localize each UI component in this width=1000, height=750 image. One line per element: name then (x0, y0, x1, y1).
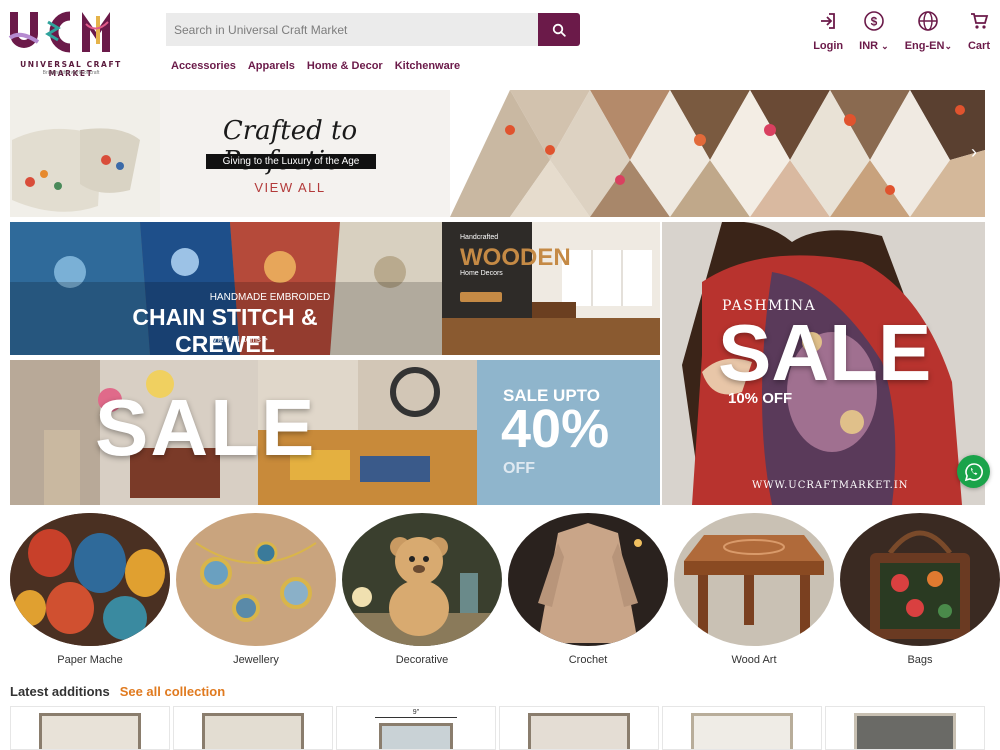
chevron-down-icon: ⌄ (881, 41, 889, 51)
logo-mark (8, 11, 110, 53)
globe-icon (918, 11, 939, 31)
main-nav: Accessories Apparels Home & Decor Kitche… (171, 60, 460, 72)
crochet-image (508, 513, 668, 646)
whatsapp-button[interactable] (957, 455, 990, 488)
category-label: Jewellery (233, 654, 279, 666)
nav-kitchenware[interactable]: Kitchenware (395, 60, 460, 72)
hero-collage-image (450, 90, 985, 217)
chain-title: CHAIN STITCH & CREWEL (132, 304, 318, 355)
promo-sale[interactable]: SALE (10, 360, 477, 505)
category-jewellery[interactable]: Jewellery (176, 513, 336, 666)
nav-home-decor[interactable]: Home & Decor (307, 60, 383, 72)
product-image (379, 723, 453, 749)
decorative-image (342, 513, 502, 646)
product-card[interactable] (10, 706, 170, 750)
language-label: Eng-EN (904, 40, 945, 52)
wooden-title: WOODEN (460, 244, 571, 271)
bags-image (840, 513, 1000, 646)
category-label: Crochet (568, 654, 608, 666)
hero-view-all-link[interactable]: VIEW ALL (250, 180, 330, 195)
category-row: Paper Mache Jewellery Decorative Crochet… (10, 513, 1000, 668)
category-decorative[interactable]: Decorative (342, 513, 502, 666)
currency-selector[interactable]: $ INR ⌄ (859, 8, 889, 52)
sale40-bottom: OFF (503, 460, 535, 477)
latest-additions-header: Latest additions See all collection (10, 684, 225, 699)
login-button[interactable]: Login (813, 8, 843, 52)
paper-mache-image (10, 513, 170, 646)
hero-subtitle: Giving to the Luxury of the Age (206, 154, 376, 169)
currency-label: INR (859, 40, 879, 52)
chevron-down-icon: ⌄ (944, 41, 952, 51)
chain-subtitle: HANDMADE EMBROIDED (209, 292, 331, 303)
logo-tagline: Bringing the world of craft (42, 70, 100, 76)
promo-wooden[interactable]: Handcrafted WOODEN Home Decors (442, 222, 660, 355)
nav-apparels[interactable]: Apparels (248, 60, 295, 72)
language-selector[interactable]: Eng-EN⌄ (905, 8, 952, 52)
latest-title: Latest additions (10, 684, 110, 699)
promo-pashmina[interactable]: PASHMINA SALE 10% OFF WWW.UCRAFTMARKET.I… (662, 222, 985, 505)
search-input[interactable] (166, 13, 538, 46)
product-card[interactable] (499, 706, 659, 750)
search-icon (552, 23, 566, 37)
category-wood-art[interactable]: Wood Art (674, 513, 834, 666)
search-bar (166, 13, 580, 46)
category-label: Wood Art (731, 654, 777, 666)
dollar-icon: $ (864, 11, 884, 31)
category-paper-mache[interactable]: Paper Mache (10, 513, 170, 666)
wooden-shop-button[interactable] (460, 292, 502, 302)
category-crochet[interactable]: Crochet (508, 513, 668, 666)
search-button[interactable] (538, 13, 580, 46)
promo-chain-stitch[interactable]: HANDMADE EMBROIDED CHAIN STITCH & CREWEL… (10, 222, 442, 355)
category-label: Bags (907, 654, 933, 666)
product-card[interactable] (662, 706, 822, 750)
hero-banner[interactable]: Crafted to Perfection Giving to the Luxu… (10, 90, 985, 217)
pillow-image (10, 90, 160, 217)
cart-icon (970, 13, 989, 29)
sale-title: SALE (95, 383, 317, 472)
category-label: Paper Mache (57, 654, 123, 666)
product-image (528, 713, 630, 749)
category-label: Decorative (395, 654, 449, 666)
login-label: Login (813, 40, 844, 52)
dimension-line (375, 717, 457, 718)
product-card[interactable] (173, 706, 333, 750)
product-image (39, 713, 141, 749)
product-row: 9" (10, 706, 985, 750)
wooden-room-image (442, 222, 660, 355)
login-icon (821, 13, 836, 29)
chain-view-all-link[interactable]: View all items > (200, 335, 280, 344)
product-card[interactable]: 9" (336, 706, 496, 750)
dimension-label: 9" (412, 709, 420, 716)
site-header: UNIVERSAL CRAFT MARKET Bringing the worl… (0, 0, 1000, 88)
cart-button[interactable]: Cart (968, 8, 990, 52)
pashmina-url: WWW.UCRAFTMARKET.IN (752, 480, 909, 491)
chevron-right-icon[interactable]: › (971, 142, 977, 163)
pashmina-sale: SALE (718, 308, 932, 397)
product-image (202, 713, 304, 749)
promo-sale-40[interactable]: SALE UPTO 40% OFF (477, 360, 660, 505)
see-all-collection-link[interactable]: See all collection (120, 684, 226, 699)
category-bags[interactable]: Bags (840, 513, 1000, 666)
nav-accessories[interactable]: Accessories (171, 60, 236, 72)
cart-label: Cart (967, 40, 990, 52)
jewellery-image (176, 513, 336, 646)
sale40-value: 40% (501, 399, 610, 459)
site-logo[interactable]: UNIVERSAL CRAFT MARKET Bringing the worl… (6, 8, 136, 78)
product-image (691, 713, 793, 749)
product-image (854, 713, 956, 749)
wooden-subtitle: Home Decors (460, 270, 503, 277)
wooden-small: Handcrafted (460, 234, 499, 241)
product-card[interactable] (825, 706, 985, 750)
header-actions: Login $ INR ⌄ Eng-EN⌄ Cart (797, 8, 990, 52)
svg-text:$: $ (871, 15, 878, 29)
pashmina-off: 10% OFF (728, 390, 793, 407)
wood-art-image (674, 513, 834, 646)
whatsapp-icon (964, 462, 983, 481)
